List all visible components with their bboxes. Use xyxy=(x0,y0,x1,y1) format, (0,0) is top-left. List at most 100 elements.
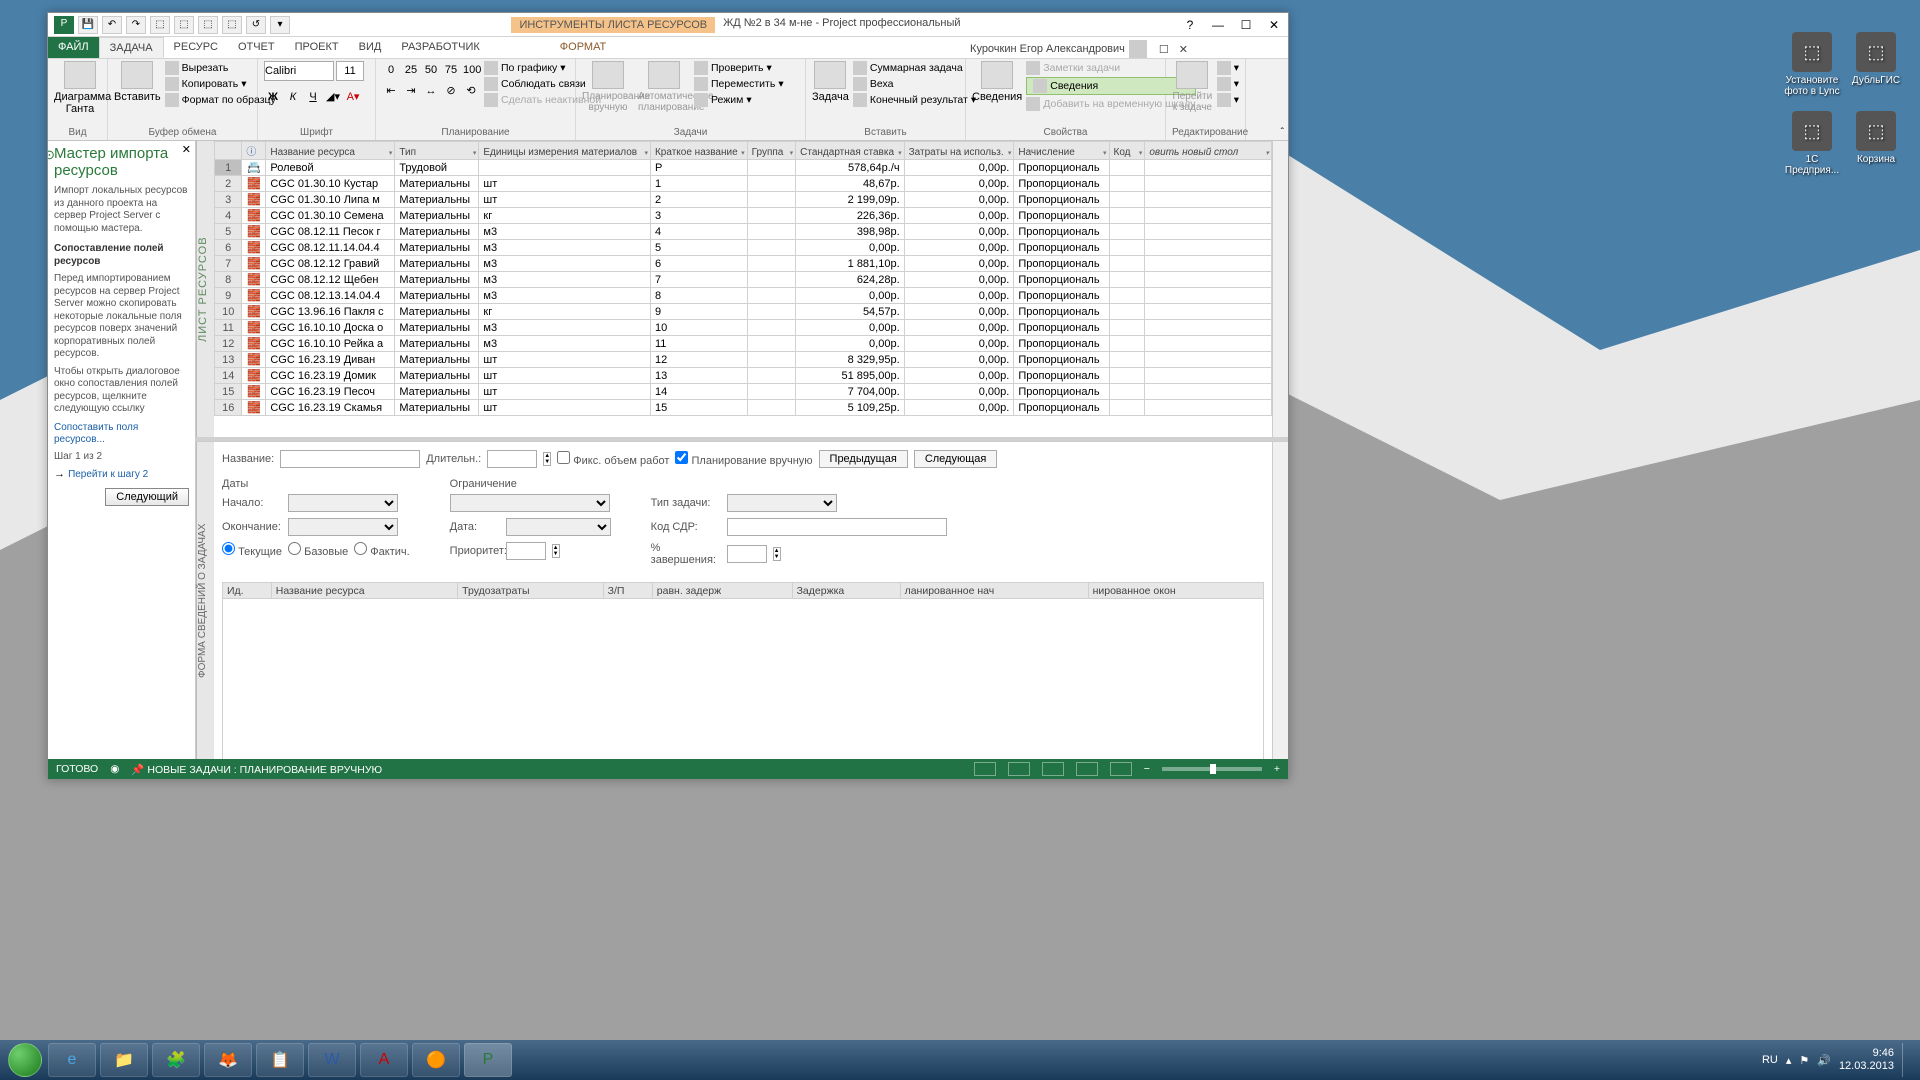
status-mode[interactable]: 📌 НОВЫЕ ЗАДАЧИ : ПЛАНИРОВАНИЕ ВРУЧНУЮ xyxy=(131,763,382,776)
zoom-slider[interactable] xyxy=(1162,767,1262,771)
start-button[interactable] xyxy=(4,1040,46,1080)
qat-btn[interactable]: ⬚ xyxy=(222,16,242,34)
constraint-type-select[interactable] xyxy=(450,494,610,512)
table-row[interactable]: 13🧱CGC 16.23.19 ДиванМатериальнышт128 32… xyxy=(215,352,1272,368)
column-header[interactable]: Стандартная ставка▾ xyxy=(796,142,904,160)
tab-developer[interactable]: РАЗРАБОТЧИК xyxy=(391,37,489,58)
goto-step2-link[interactable]: Перейти к шагу 2 xyxy=(68,469,148,480)
table-row[interactable]: 7🧱CGC 08.12.12 ГравийМатериальным361 881… xyxy=(215,256,1272,272)
column-header[interactable]: Краткое название▾ xyxy=(650,142,747,160)
zoom-in-button[interactable]: + xyxy=(1274,763,1280,775)
gantt-button[interactable]: Диаграмма Ганта xyxy=(54,61,106,115)
qat-btn[interactable]: ⬚ xyxy=(174,16,194,34)
task-project[interactable]: P xyxy=(464,1043,512,1077)
column-header[interactable]: Тип▾ xyxy=(395,142,479,160)
redo-icon[interactable]: ↷ xyxy=(126,16,146,34)
prev-button[interactable]: Предыдущая xyxy=(819,450,908,468)
column-header[interactable]: Единицы измерения материалов▾ xyxy=(479,142,651,160)
current-radio[interactable] xyxy=(222,542,235,555)
task-type-select[interactable] xyxy=(727,494,837,512)
task-word[interactable]: W xyxy=(308,1043,356,1077)
table-row[interactable]: 4🧱CGC 01.30.10 СеменаМатериальныкг3226,3… xyxy=(215,208,1272,224)
wizard-next-button[interactable]: Следующий xyxy=(105,488,189,506)
table-row[interactable]: 11🧱CGC 16.10.10 Доска оМатериальным3100,… xyxy=(215,320,1272,336)
wizard-close-icon[interactable]: ✕ xyxy=(182,143,191,156)
tab-view[interactable]: ВИД xyxy=(349,37,392,58)
bold-button[interactable]: Ж xyxy=(264,88,282,106)
italic-button[interactable]: К xyxy=(284,88,302,106)
milestone-button[interactable]: Веха xyxy=(853,77,976,91)
table-row[interactable]: 10🧱CGC 13.96.16 Пакля сМатериальныкг954,… xyxy=(215,304,1272,320)
column-header[interactable]: Код▾ xyxy=(1109,142,1145,160)
map-fields-link[interactable]: Сопоставить поля ресурсов... xyxy=(54,422,138,445)
table-row[interactable]: 1📇РолевойТрудовойР578,64р./ч0,00р.Пропор… xyxy=(215,160,1272,176)
font-color-button[interactable]: A▾ xyxy=(344,88,362,106)
info-button[interactable]: Сведения xyxy=(972,61,1022,103)
view-btn-1[interactable] xyxy=(974,762,996,776)
mode-button[interactable]: Режим ▾ xyxy=(694,93,784,107)
column-header[interactable]: Группа▾ xyxy=(747,142,796,160)
help-icon[interactable]: ? xyxy=(1176,15,1204,35)
table-row[interactable]: 6🧱CGC 08.12.11.14.04.4Материальным350,00… xyxy=(215,240,1272,256)
font-name-input[interactable] xyxy=(264,61,334,81)
tray-volume-icon[interactable]: 🔊 xyxy=(1817,1054,1831,1067)
zoom-out-button[interactable]: − xyxy=(1144,763,1150,775)
finish-select[interactable] xyxy=(288,518,398,536)
desktop-icon[interactable]: ⬚Установите фото в Lync xyxy=(1782,32,1842,107)
next-button[interactable]: Следующая xyxy=(914,450,998,468)
maximize-icon[interactable]: ☐ xyxy=(1232,15,1260,35)
table-row[interactable]: 14🧱CGC 16.23.19 ДомикМатериальнышт1351 8… xyxy=(215,368,1272,384)
desktop-icon[interactable]: ⬚ДубльГИС xyxy=(1846,32,1906,107)
close-icon[interactable]: ✕ xyxy=(1260,15,1288,35)
summary-button[interactable]: Суммарная задача xyxy=(853,61,976,75)
font-size-input[interactable] xyxy=(336,61,364,81)
actual-radio[interactable] xyxy=(354,542,367,555)
show-desktop-button[interactable] xyxy=(1902,1043,1910,1077)
assignment-table[interactable]: Ид.Название ресурсаТрудозатратыЗ/Правн. … xyxy=(222,582,1264,759)
account-label[interactable]: Курочкин Егор Александрович ☐ ✕ xyxy=(970,40,1188,58)
priority-input[interactable] xyxy=(506,542,546,560)
auto-schedule-button[interactable]: Автоматическое планирование xyxy=(638,61,690,113)
form-scrollbar[interactable] xyxy=(1272,442,1288,759)
tray-up-icon[interactable]: ▴ xyxy=(1786,1054,1792,1067)
manual-schedule-button[interactable]: Планирование вручную xyxy=(582,61,634,113)
qat-btn[interactable]: ↺ xyxy=(246,16,266,34)
minimize-icon[interactable]: — xyxy=(1204,15,1232,35)
tray-flag-icon[interactable]: ⚑ xyxy=(1799,1054,1809,1067)
table-row[interactable]: 2🧱CGC 01.30.10 КустарМатериальнышт148,67… xyxy=(215,176,1272,192)
qat-btn[interactable]: ⬚ xyxy=(198,16,218,34)
table-row[interactable]: 12🧱CGC 16.10.10 Рейка аМатериальным3110,… xyxy=(215,336,1272,352)
tab-file[interactable]: ФАЙЛ xyxy=(48,37,99,58)
desktop-icon[interactable]: ⬚Корзина xyxy=(1846,111,1906,186)
inspect-button[interactable]: Проверить ▾ xyxy=(694,61,784,75)
tab-task[interactable]: ЗАДАЧА xyxy=(99,37,164,58)
goto-button[interactable]: Перейти к задаче xyxy=(1172,61,1213,113)
qat-dropdown-icon[interactable]: ▾ xyxy=(270,16,290,34)
move-button[interactable]: Переместить ▾ xyxy=(694,77,784,91)
tab-report[interactable]: ОТЧЕТ xyxy=(228,37,285,58)
deliverable-button[interactable]: Конечный результат ▾ xyxy=(853,93,976,107)
column-header[interactable]: Название ресурса▾ xyxy=(266,142,395,160)
task-ie[interactable]: e xyxy=(48,1043,96,1077)
tray-lang[interactable]: RU xyxy=(1762,1054,1778,1066)
task-name-input[interactable] xyxy=(280,450,420,468)
complete-input[interactable] xyxy=(727,545,767,563)
collapse-ribbon-icon[interactable]: ˆ xyxy=(1281,127,1284,138)
qat-btn[interactable]: ⬚ xyxy=(150,16,170,34)
view-btn-4[interactable] xyxy=(1076,762,1098,776)
column-header[interactable]: Начисление▾ xyxy=(1014,142,1109,160)
task-app[interactable]: 🧩 xyxy=(152,1043,200,1077)
table-row[interactable]: 16🧱CGC 16.23.19 СкамьяМатериальнышт155 1… xyxy=(215,400,1272,416)
task-app2[interactable]: 📋 xyxy=(256,1043,304,1077)
task-button[interactable]: Задача xyxy=(812,61,849,103)
undo-icon[interactable]: ↶ xyxy=(102,16,122,34)
fill-color-button[interactable]: ◢▾ xyxy=(324,88,342,106)
wbs-input[interactable] xyxy=(727,518,947,536)
table-row[interactable]: 15🧱CGC 16.23.19 ПесочМатериальнышт147 70… xyxy=(215,384,1272,400)
desktop-icon[interactable]: ⬚1С Предприя... xyxy=(1782,111,1842,186)
view-btn-2[interactable] xyxy=(1008,762,1030,776)
app-icon[interactable]: P xyxy=(54,16,74,34)
vertical-scrollbar[interactable] xyxy=(1272,141,1288,437)
duration-input[interactable] xyxy=(487,450,537,468)
ribbon-restore-icon[interactable]: ☐ xyxy=(1159,43,1169,56)
